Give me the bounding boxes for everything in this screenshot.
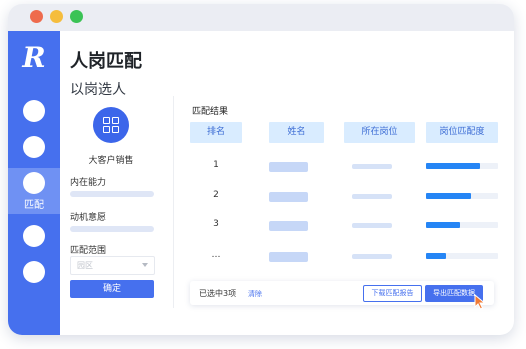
app-logo: R [22, 41, 46, 74]
maximize-window-button[interactable] [70, 10, 83, 23]
match-progress-fill [426, 222, 460, 228]
position-cell [352, 254, 392, 259]
ability-bar [70, 191, 154, 197]
title-bar [8, 4, 514, 31]
rank-cell: … [211, 250, 221, 260]
sidebar-item-match-label: 匹配 [24, 200, 44, 211]
minimize-window-button[interactable] [50, 10, 63, 23]
mouse-cursor-icon [474, 294, 486, 310]
sidebar-item-5[interactable] [23, 261, 45, 283]
motivation-bar [70, 226, 154, 232]
match-progress-bar [426, 193, 498, 199]
column-header-rank: 排名 [190, 122, 242, 143]
chevron-down-icon [142, 263, 148, 267]
sidebar: R 匹配 [8, 31, 60, 335]
rank-cell: 2 [213, 190, 219, 200]
match-progress-fill [426, 193, 471, 199]
ability-label: 内在能力 [70, 178, 107, 188]
download-report-button[interactable]: 下载匹配报告 [363, 285, 422, 302]
match-progress-bar [426, 163, 498, 169]
name-cell [269, 192, 308, 202]
name-cell [269, 221, 308, 231]
role-name: 大客户销售 [88, 156, 134, 166]
match-progress-fill [426, 163, 480, 169]
rank-cell: 1 [213, 160, 219, 170]
position-cell [352, 164, 392, 169]
position-cell [352, 223, 392, 228]
sidebar-item-match-icon [23, 172, 45, 194]
range-select[interactable]: 园区 [70, 256, 155, 275]
close-window-button[interactable] [30, 10, 43, 23]
range-select-placeholder: 园区 [77, 261, 93, 270]
match-progress-fill [426, 253, 447, 259]
name-cell [269, 162, 308, 172]
selected-count: 已选中3项 [199, 289, 237, 298]
sidebar-item-2[interactable] [23, 136, 45, 158]
match-progress-bar [426, 253, 498, 259]
column-header-name: 姓名 [269, 122, 324, 143]
clear-selection-link[interactable]: 清除 [248, 289, 262, 299]
results-title: 匹配结果 [192, 107, 229, 117]
name-cell [269, 252, 308, 262]
sidebar-item-1[interactable] [23, 100, 45, 122]
match-progress-bar [426, 222, 498, 228]
selection-action-bar: 已选中3项 清除 下载匹配报告 导出匹配数据 [190, 281, 494, 305]
column-header-match: 岗位匹配度 [426, 122, 498, 143]
column-header-position: 所在岗位 [344, 122, 415, 143]
range-label: 匹配范围 [70, 246, 107, 256]
position-cell [352, 194, 392, 199]
page-subtitle: 以岗选人 [70, 82, 126, 98]
grid-icon [93, 107, 129, 143]
panel-divider [173, 96, 174, 308]
sidebar-item-4[interactable] [23, 225, 45, 247]
page-title: 人岗匹配 [70, 51, 142, 72]
confirm-button[interactable]: 确定 [70, 280, 154, 298]
rank-cell: 3 [213, 219, 219, 229]
sidebar-item-match[interactable]: 匹配 [8, 168, 60, 214]
motivation-label: 动机意愿 [70, 213, 107, 223]
